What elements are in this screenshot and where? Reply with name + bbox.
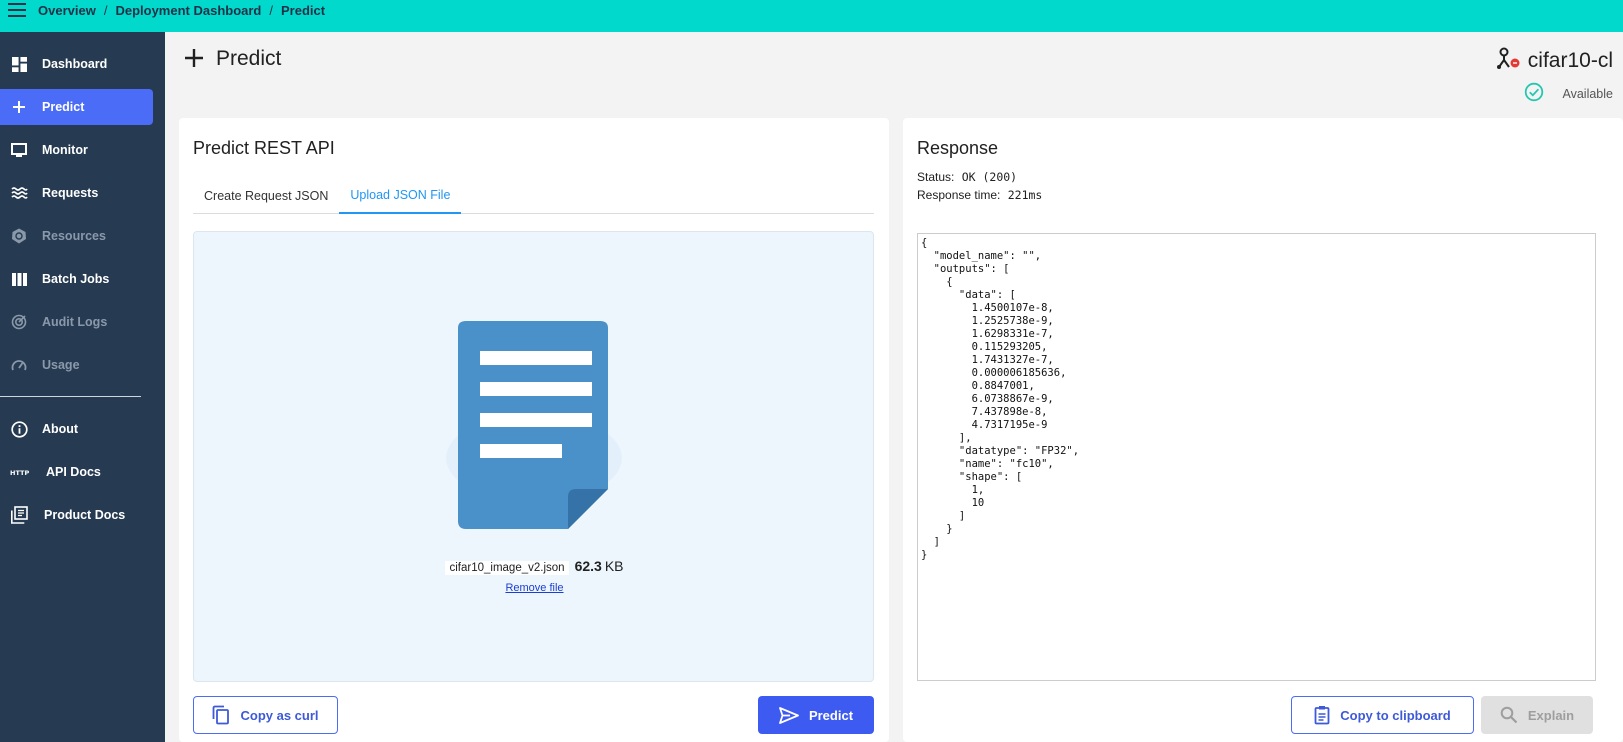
- page-title-text: Predict: [216, 47, 282, 70]
- sidebar-item-audit-logs[interactable]: Audit Logs: [0, 304, 153, 340]
- copy-as-curl-label: Copy as curl: [240, 707, 319, 723]
- response-card: Response Status: OK (200) Response time:…: [903, 118, 1623, 742]
- file-info: cifar10_image_v2.json 62.3 KB: [194, 558, 875, 575]
- status-label: Status:: [917, 170, 955, 184]
- status-value: OK (200): [961, 170, 1018, 184]
- document-icon: [444, 320, 624, 540]
- sidebar-item-usage[interactable]: Usage: [0, 347, 153, 383]
- page-title: Predict: [184, 44, 281, 74]
- copy-icon: [212, 705, 230, 725]
- sidebar-item-label: Dashboard: [42, 57, 108, 71]
- copy-to-clipboard-label: Copy to clipboard: [1340, 707, 1451, 723]
- breadcrumb-predict: Predict: [281, 2, 326, 18]
- response-card-title: Response: [917, 138, 999, 158]
- breadcrumb-separator: /: [269, 2, 273, 18]
- svg-text:HTTP: HTTP: [10, 469, 29, 476]
- explain-button-label: Explain: [1527, 707, 1575, 723]
- plus-icon: [184, 44, 204, 74]
- menu-icon[interactable]: [8, 3, 26, 17]
- sidebar-item-predict[interactable]: Predict: [0, 89, 153, 125]
- sidebar-item-label: API Docs: [46, 465, 101, 479]
- breadcrumb-deployment-dashboard[interactable]: Deployment Dashboard: [115, 3, 261, 18]
- sidebar-item-product-docs[interactable]: Product Docs: [0, 497, 153, 533]
- response-meta: Status: OK (200) Response time: 221ms: [917, 168, 1042, 204]
- sidebar-item-label: Monitor: [42, 143, 88, 157]
- model-name: cifar10-cl: [1496, 46, 1613, 76]
- sidebar-item-label: Batch Jobs: [42, 272, 110, 286]
- remove-file-link[interactable]: Remove file: [194, 582, 875, 594]
- library-icon: [10, 506, 28, 524]
- file-size: 62.3: [574, 558, 602, 574]
- sidebar-item-dashboard[interactable]: Dashboard: [0, 46, 153, 82]
- sidebar-item-label: Audit Logs: [42, 315, 108, 329]
- clipboard-icon: [1314, 705, 1330, 725]
- batch-icon: [10, 270, 28, 288]
- file-dropzone[interactable]: cifar10_image_v2.json 62.3 KB Remove fil…: [193, 231, 874, 682]
- response-time-row: Response time: 221ms: [917, 186, 1042, 204]
- monitor-icon: [10, 141, 28, 159]
- send-icon: [779, 706, 799, 724]
- sidebar-divider: [0, 396, 141, 397]
- sidebar-item-about[interactable]: About: [0, 411, 153, 447]
- sidebar-item-batch-jobs[interactable]: Batch Jobs: [0, 261, 153, 297]
- info-icon: [10, 420, 28, 438]
- tab-upload-json-file[interactable]: Upload JSON File: [339, 178, 462, 214]
- waves-icon: [10, 184, 28, 202]
- copy-to-clipboard-button[interactable]: Copy to clipboard: [1291, 696, 1474, 734]
- response-time-value: 221ms: [1007, 188, 1043, 202]
- sidebar-item-label: Requests: [42, 186, 99, 200]
- model-status-text: Available: [1562, 86, 1613, 101]
- http-icon: HTTP: [10, 463, 32, 481]
- speedometer-icon: [10, 356, 28, 374]
- copy-as-curl-button[interactable]: Copy as curl: [193, 696, 338, 734]
- check-circle-icon: [1524, 82, 1544, 105]
- plus-icon: [10, 98, 28, 116]
- breadcrumb-separator: /: [103, 2, 108, 18]
- sidebar-item-monitor[interactable]: Monitor: [0, 132, 153, 168]
- sidebar-item-resources[interactable]: Resources: [0, 218, 153, 254]
- response-time-label: Response time:: [917, 188, 1001, 202]
- breadcrumb: Overview / Deployment Dashboard / Predic…: [38, 3, 325, 18]
- predict-card-title: Predict REST API: [193, 138, 335, 158]
- response-json[interactable]: { "model_name": "", "outputs": [ { "data…: [917, 233, 1596, 681]
- request-tabs: Create Request JSON Upload JSON File: [193, 178, 874, 214]
- sidebar: Dashboard Predict Monitor Requests Resou…: [0, 32, 165, 742]
- predict-button[interactable]: Predict: [758, 696, 874, 734]
- model-name-text: cifar10-cl: [1527, 49, 1613, 72]
- audit-icon: [10, 313, 28, 331]
- sidebar-item-label: Predict: [42, 100, 85, 114]
- sidebar-item-label: About: [42, 422, 79, 436]
- breadcrumb-overview[interactable]: Overview: [38, 3, 96, 18]
- response-status-row: Status: OK (200): [917, 168, 1042, 186]
- predict-button-label: Predict: [808, 707, 854, 723]
- predict-card: Predict REST API Create Request JSON Upl…: [179, 118, 889, 742]
- search-icon: [1500, 706, 1518, 724]
- model-status: Available: [1524, 82, 1613, 105]
- sidebar-item-requests[interactable]: Requests: [0, 175, 153, 211]
- tab-create-request-json[interactable]: Create Request JSON: [193, 178, 339, 214]
- file-size-unit: KB: [604, 558, 624, 574]
- dashboard-icon: [10, 55, 28, 73]
- sidebar-item-label: Usage: [42, 358, 80, 372]
- top-bar: Overview / Deployment Dashboard / Predic…: [0, 0, 1623, 32]
- sidebar-item-label: Product Docs: [44, 508, 126, 522]
- explain-button[interactable]: Explain: [1481, 696, 1593, 734]
- kubernetes-icon: [10, 227, 28, 245]
- model-icon: [1496, 46, 1522, 76]
- sidebar-item-label: Resources: [42, 229, 106, 243]
- file-name: cifar10_image_v2.json: [445, 561, 569, 575]
- sidebar-item-api-docs[interactable]: HTTP API Docs: [0, 454, 153, 490]
